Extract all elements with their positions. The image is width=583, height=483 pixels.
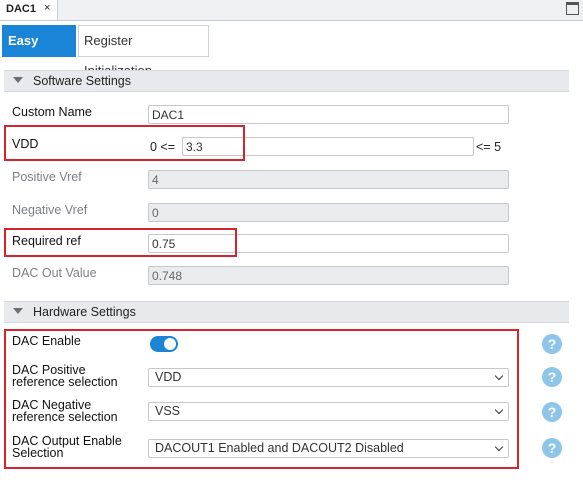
custom-name-input[interactable]: DAC1 bbox=[148, 105, 509, 124]
select-value: DACOUT1 Enabled and DACOUT2 Disabled bbox=[155, 441, 404, 455]
required-ref-input[interactable]: 0.75 bbox=[148, 234, 509, 253]
collapse-caret-icon[interactable] bbox=[13, 77, 23, 83]
dac-out-value-label: DAC Out Value bbox=[12, 266, 97, 280]
dac-negative-reference-select[interactable]: VSS bbox=[148, 402, 509, 421]
vdd-input[interactable]: 3.3 bbox=[182, 137, 474, 156]
tab-register-initialization[interactable]: Register Initialization bbox=[78, 25, 209, 78]
select-value: VSS bbox=[155, 404, 181, 418]
label-line: Selection bbox=[12, 446, 64, 460]
software-settings-header[interactable]: Software Settings bbox=[4, 70, 569, 92]
required-ref-label: Required ref bbox=[12, 234, 81, 248]
negative-vref-value: 0 bbox=[148, 203, 509, 222]
document-tab-bar: DAC1 × bbox=[0, 0, 583, 21]
positive-vref-label: Positive Vref bbox=[12, 170, 82, 184]
vdd-min-text: 0 <= bbox=[150, 140, 176, 154]
dac-positive-reference-label: DAC Positive reference selection bbox=[12, 364, 118, 389]
dac-positive-reference-select[interactable]: VDD bbox=[148, 368, 509, 387]
vdd-max-text: <= 5 bbox=[476, 140, 502, 154]
help-icon[interactable]: ? bbox=[542, 438, 562, 458]
dac-enable-label: DAC Enable bbox=[12, 334, 81, 348]
help-icon[interactable]: ? bbox=[542, 402, 562, 422]
dac-negative-reference-label: DAC Negative reference selection bbox=[12, 399, 118, 424]
document-tab-label: DAC1 bbox=[6, 3, 36, 15]
dac-out-value: 0.748 bbox=[148, 266, 509, 285]
label-line: reference selection bbox=[12, 410, 118, 424]
custom-name-label: Custom Name bbox=[12, 105, 92, 119]
tab-easy-view[interactable]: Easy View bbox=[2, 25, 76, 78]
close-icon[interactable]: × bbox=[44, 2, 50, 14]
chevron-down-icon bbox=[494, 442, 504, 452]
toggle-knob bbox=[164, 338, 176, 350]
collapse-caret-icon[interactable] bbox=[13, 308, 23, 314]
label-line: reference selection bbox=[12, 375, 118, 389]
help-icon[interactable]: ? bbox=[542, 367, 562, 387]
dac-output-enable-select[interactable]: DACOUT1 Enabled and DACOUT2 Disabled bbox=[148, 439, 509, 458]
positive-vref-value: 4 bbox=[148, 170, 509, 189]
vdd-label: VDD bbox=[12, 137, 39, 151]
chevron-down-icon bbox=[494, 371, 504, 381]
help-icon[interactable]: ? bbox=[542, 334, 562, 354]
document-tab-dac1[interactable]: DAC1 × bbox=[0, 0, 58, 20]
dac-output-enable-label: DAC Output Enable Selection bbox=[12, 435, 122, 460]
maximize-icon[interactable] bbox=[566, 2, 579, 15]
negative-vref-label: Negative Vref bbox=[12, 203, 88, 217]
section-title: Software Settings bbox=[33, 74, 131, 88]
select-value: VDD bbox=[155, 370, 182, 384]
section-title: Hardware Settings bbox=[33, 305, 136, 319]
dac-enable-toggle[interactable] bbox=[150, 336, 178, 352]
chevron-down-icon bbox=[494, 405, 504, 415]
hardware-settings-header[interactable]: Hardware Settings bbox=[4, 301, 569, 323]
